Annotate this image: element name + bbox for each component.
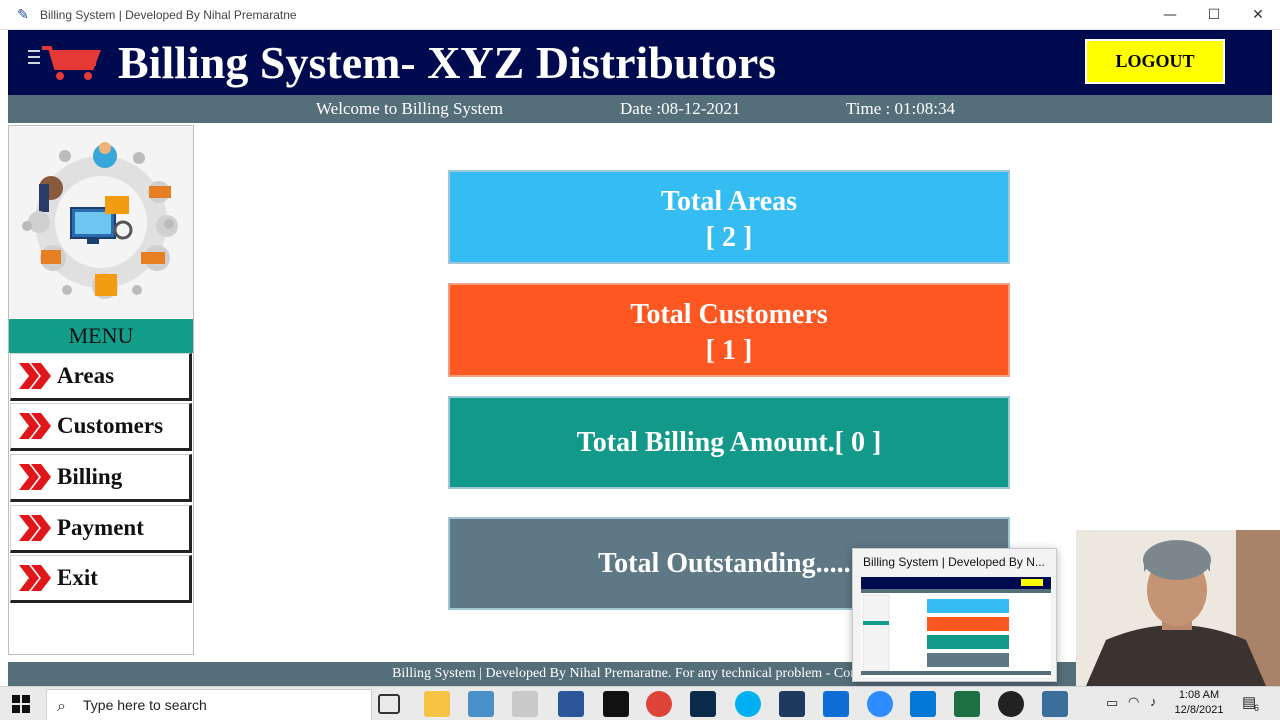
sidebar-item-label: Customers (57, 413, 164, 438)
date-text: Date :08-12-2021 (620, 99, 741, 118)
logout-button[interactable]: LOGOUT (1085, 39, 1225, 84)
preview-thumbnail (861, 577, 1051, 677)
sidebar-item-payment[interactable]: Payment (10, 505, 192, 553)
db-tool-icon[interactable] (779, 691, 805, 717)
search-icon: ⌕ (57, 696, 66, 715)
app-header: Billing System- XYZ Distributors LOGOUT (8, 30, 1272, 95)
sidebar-item-label: Areas (57, 363, 115, 388)
double-chevron-right-icon (19, 413, 51, 439)
info-bar: Welcome to Billing System Date :08-12-20… (8, 95, 1272, 123)
monitor-app-icon[interactable] (468, 691, 494, 717)
sidebar-item-label: Payment (57, 515, 144, 540)
total-customers-card: Total Customers [ 1 ] (448, 283, 1010, 377)
card-title: Total Billing Amount.[ 0 ] (576, 427, 882, 458)
excel-icon[interactable] (954, 691, 980, 717)
double-chevron-right-icon (19, 565, 51, 591)
notification-badge: 6 (1254, 703, 1260, 713)
windows-start-icon[interactable] (12, 695, 30, 713)
card-title: Total Customers (630, 299, 828, 330)
cart-icon (28, 46, 101, 80)
webcam-overlay (1076, 530, 1280, 686)
sidebar-item-customers[interactable]: Customers (10, 403, 192, 451)
time-text: Time : 01:08:34 (846, 99, 955, 118)
volume-icon[interactable]: ♪ (1150, 694, 1157, 709)
card-value: [ 2 ] (705, 222, 753, 253)
battery-icon[interactable]: ▭ (1106, 695, 1118, 711)
menu-heading: MENU (9, 319, 193, 353)
taskbar-clock[interactable]: 1:08 AM 12/8/2021 (1166, 688, 1232, 718)
file-explorer-icon[interactable] (424, 691, 450, 717)
netflix-icon[interactable] (603, 691, 629, 717)
clock-date: 12/8/2021 (1174, 704, 1224, 716)
taskbar-search-box[interactable]: ⌕ Type here to search (46, 689, 372, 720)
python-app-icon[interactable] (1042, 691, 1068, 717)
feather-icon: ✎ (17, 6, 29, 23)
task-view-icon[interactable] (378, 694, 400, 714)
word-icon[interactable] (558, 691, 584, 717)
logistics-logo (9, 126, 193, 318)
translator-app-icon[interactable] (512, 691, 538, 717)
sidebar-item-label: Exit (57, 565, 98, 590)
window-controls: — ☐ ✕ (1148, 0, 1280, 30)
double-chevron-right-icon (19, 515, 51, 541)
sidebar-item-billing[interactable]: Billing (10, 454, 192, 502)
maximize-button[interactable]: ☐ (1192, 0, 1236, 30)
app-title: Billing System- XYZ Distributors (118, 37, 777, 88)
vscode-icon[interactable] (910, 691, 936, 717)
window-title-bar: ✎ Billing System | Developed By Nihal Pr… (0, 0, 1280, 30)
wifi-icon[interactable]: ◠ (1128, 694, 1139, 710)
double-chevron-right-icon (19, 363, 51, 389)
chrome-icon[interactable] (646, 691, 672, 717)
welcome-text: Welcome to Billing System (316, 99, 504, 118)
skype-icon[interactable] (735, 691, 761, 717)
window-title: Billing System | Developed By Nihal Prem… (40, 7, 297, 22)
sidebar-item-exit[interactable]: Exit (10, 555, 192, 603)
card-value: [ 1 ] (705, 335, 753, 366)
card-title: Total Areas (660, 186, 798, 217)
preview-title: Billing System | Developed By N... (863, 555, 1045, 569)
sidebar: MENU Areas Customers Billing Payment Exi… (8, 125, 194, 655)
close-button[interactable]: ✕ (1236, 0, 1280, 30)
teamviewer-icon[interactable] (823, 691, 849, 717)
photoshop-icon[interactable] (690, 691, 716, 717)
clock-time: 1:08 AM (1178, 689, 1220, 701)
zoom-icon[interactable] (867, 691, 893, 717)
search-placeholder: Type here to search (83, 697, 207, 713)
total-billing-card: Total Billing Amount.[ 0 ] (448, 396, 1010, 489)
obs-icon[interactable] (998, 691, 1024, 717)
total-areas-card: Total Areas [ 2 ] (448, 170, 1010, 264)
minimize-button[interactable]: — (1148, 0, 1192, 30)
sidebar-item-label: Billing (57, 464, 123, 489)
taskbar: ⌕ Type here to search ▭ ◠ ♪ 1:08 AM 12/8… (0, 686, 1280, 720)
double-chevron-right-icon (19, 464, 51, 490)
sidebar-item-areas[interactable]: Areas (10, 353, 192, 401)
taskbar-window-preview[interactable]: Billing System | Developed By N... (852, 548, 1057, 682)
